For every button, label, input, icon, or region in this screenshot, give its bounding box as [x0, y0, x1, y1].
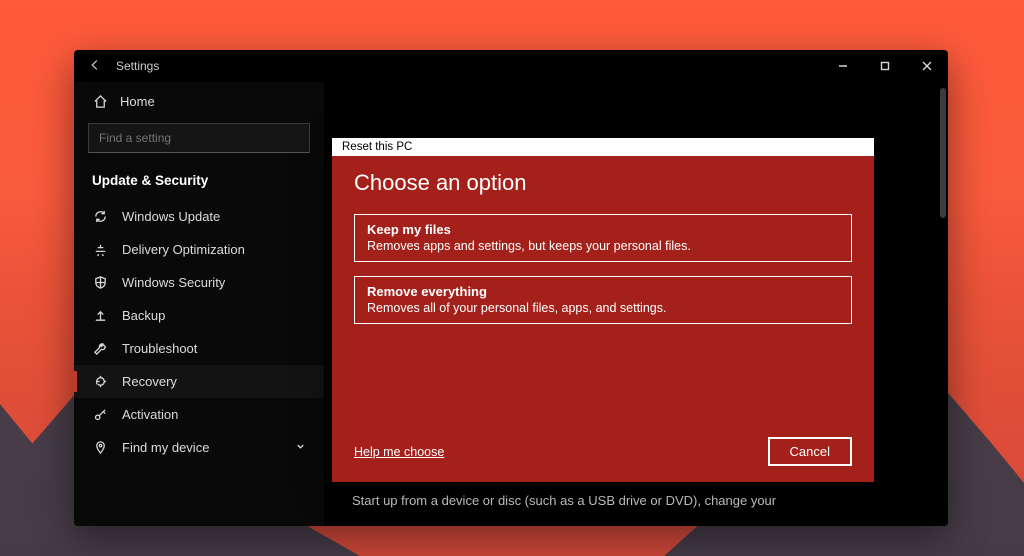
- option-title: Keep my files: [367, 222, 839, 237]
- backup-icon: [92, 308, 108, 323]
- sidebar-item-label: Windows Update: [122, 209, 220, 224]
- maximize-button[interactable]: [864, 50, 906, 82]
- sidebar-item-label: Recovery: [122, 374, 177, 389]
- sidebar-item-label: Troubleshoot: [122, 341, 197, 356]
- sidebar-item-activation[interactable]: Activation: [74, 398, 324, 431]
- wrench-icon: [92, 341, 108, 356]
- sidebar-item-label: Activation: [122, 407, 178, 422]
- sidebar-item-label: Find my device: [122, 440, 209, 455]
- sidebar-home-label: Home: [120, 94, 155, 109]
- option-title: Remove everything: [367, 284, 839, 299]
- sidebar-item-troubleshoot[interactable]: Troubleshoot: [74, 332, 324, 365]
- section-text: Start up from a device or disc (such as …: [352, 493, 908, 508]
- close-button[interactable]: [906, 50, 948, 82]
- sidebar-item-windows-security[interactable]: Windows Security: [74, 266, 324, 299]
- option-desc: Removes apps and settings, but keeps you…: [367, 239, 839, 253]
- home-icon: [92, 94, 108, 109]
- titlebar: Settings: [74, 50, 948, 82]
- back-icon[interactable]: [88, 58, 102, 75]
- option-keep-my-files[interactable]: Keep my files Removes apps and settings,…: [354, 214, 852, 262]
- sidebar-item-delivery-optimization[interactable]: Delivery Optimization: [74, 233, 324, 266]
- scrollbar-thumb[interactable]: [940, 88, 946, 218]
- option-desc: Removes all of your personal files, apps…: [367, 301, 839, 315]
- minimize-button[interactable]: [822, 50, 864, 82]
- reset-dialog: Reset this PC Choose an option Keep my f…: [332, 138, 874, 482]
- dialog-heading: Choose an option: [354, 170, 852, 196]
- sidebar-item-backup[interactable]: Backup: [74, 299, 324, 332]
- sidebar-item-label: Windows Security: [122, 275, 225, 290]
- settings-window: Settings Home Update & S: [74, 50, 948, 526]
- sidebar-item-label: Delivery Optimization: [122, 242, 245, 257]
- sidebar-item-find-my-device[interactable]: Find my device: [74, 431, 324, 464]
- sidebar-item-label: Backup: [122, 308, 165, 323]
- chevron-down-icon: [295, 441, 306, 455]
- dialog-titlebar: Reset this PC: [332, 138, 874, 156]
- option-remove-everything[interactable]: Remove everything Removes all of your pe…: [354, 276, 852, 324]
- help-me-choose-link[interactable]: Help me choose: [354, 445, 444, 459]
- sidebar-item-recovery[interactable]: Recovery: [74, 365, 324, 398]
- search-input[interactable]: [88, 123, 310, 153]
- sync-icon: [92, 209, 108, 224]
- delivery-icon: [92, 242, 108, 257]
- shield-icon: [92, 275, 108, 290]
- sidebar: Home Update & Security Windows Update D: [74, 82, 324, 526]
- sidebar-section-heading: Update & Security: [74, 163, 324, 200]
- window-title: Settings: [116, 59, 159, 73]
- sidebar-item-windows-update[interactable]: Windows Update: [74, 200, 324, 233]
- location-icon: [92, 440, 108, 455]
- recovery-icon: [92, 374, 108, 389]
- cancel-button[interactable]: Cancel: [768, 437, 852, 466]
- sidebar-home[interactable]: Home: [74, 86, 324, 117]
- key-icon: [92, 407, 108, 422]
